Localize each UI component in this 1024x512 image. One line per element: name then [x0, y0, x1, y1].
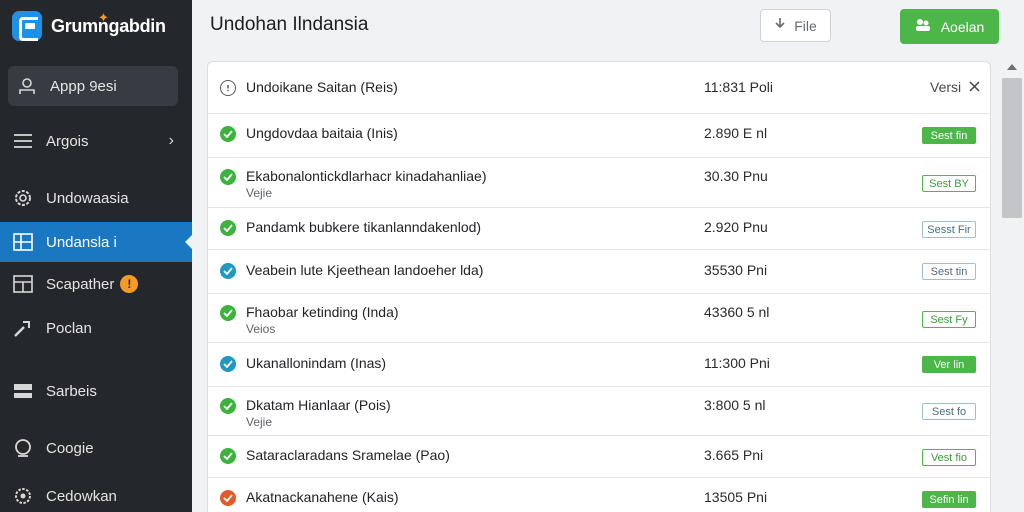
list-item[interactable]: Undoikane Saitan (Reis) 11:831 Poli Vers…: [208, 62, 990, 114]
list-item[interactable]: Ungdovdaa baitaia (Inis) 2.890 E nl Sest…: [208, 114, 990, 158]
layout-icon: [12, 231, 34, 253]
download-icon: [774, 17, 786, 34]
check-icon: [220, 490, 236, 506]
check-icon: [220, 356, 236, 372]
sidebar-item-label: Appp 9esi: [50, 77, 117, 95]
list-item[interactable]: Dkatam Hianlaar (Pois) Vejie 3:800 5 nl …: [208, 387, 990, 436]
item-name: Sataraclaradans Sramelae (Pao): [246, 447, 450, 463]
chevron-right-icon: ›: [168, 132, 174, 149]
item-time: 13505 Pni: [704, 489, 768, 505]
grid-icon: [12, 273, 34, 295]
check-icon: [220, 126, 236, 142]
item-time: 3.665 Pni: [704, 447, 764, 463]
sidebar-item-sarbeis[interactable]: Sarbeis: [0, 371, 192, 411]
sidebar-item-label: Argois: [46, 132, 89, 150]
page-title: Undohan Ilndansia: [210, 14, 369, 35]
sidebar-item-label: Undansla i: [46, 233, 117, 251]
check-icon: [220, 448, 236, 464]
wrench-icon: [12, 317, 34, 339]
sidebar-item-label: Scapather: [46, 275, 115, 293]
app-logo-icon: [12, 11, 42, 41]
alert-badge: !: [120, 275, 139, 293]
gear-icon: [12, 187, 34, 209]
status-badge[interactable]: Ver lin: [922, 356, 976, 373]
item-name: Akatnackanahene (Kais): [246, 489, 399, 505]
list-item[interactable]: Veabein lute Kjeethean landoeher lda) 35…: [208, 250, 990, 294]
sidebar-item-scapather[interactable]: Scapather !: [0, 264, 192, 304]
item-name: Pandamk bubkere tikanlanndakenlod): [246, 219, 482, 235]
sidebar-item-coogie[interactable]: Coogie: [0, 428, 192, 468]
list-item[interactable]: Ekabonalontickdlarhacr kinadahanliae) Ve…: [208, 158, 990, 208]
status-badge[interactable]: Sest fin: [922, 127, 976, 144]
status-badge[interactable]: Vest fio: [922, 449, 976, 466]
status-badge[interactable]: Sest fo: [922, 403, 976, 420]
scroll-up-icon[interactable]: [1007, 64, 1017, 70]
item-name: Fhaobar ketinding (Inda): [246, 304, 399, 320]
sidebar-item-profile[interactable]: Appp 9esi: [8, 66, 178, 106]
vertical-scrollbar[interactable]: [1000, 60, 1024, 512]
item-subtitle: Veios: [246, 322, 276, 336]
primary-action-button[interactable]: Aoelan: [900, 9, 999, 44]
list-item[interactable]: Pandamk bubkere tikanlanndakenlod) 2.920…: [208, 208, 990, 250]
sidebar-item-undansla[interactable]: Undansla i: [0, 222, 193, 262]
file-button-label: File: [794, 17, 817, 34]
spark-icon: ✦: [98, 10, 109, 25]
list-item[interactable]: Ukanallonindam (Inas) 11:300 Pni Ver lin: [208, 343, 990, 387]
primary-button-label: Aoelan: [940, 18, 985, 35]
circle-icon: [12, 437, 34, 459]
brand[interactable]: Grumngabdin ✦: [12, 10, 166, 42]
check-icon: [220, 398, 236, 414]
status-badge[interactable]: Sest tin: [922, 263, 976, 280]
menu-icon: [12, 130, 34, 152]
sidebar-item-argois[interactable]: Argois ›: [0, 121, 192, 161]
check-icon: [220, 169, 236, 185]
sidebar-item-label: Sarbeis: [46, 382, 97, 400]
sidebar-item-label: Undowaasia: [46, 189, 129, 207]
sidebar: Grumngabdin ✦ Appp 9esi Argois › Undowaa…: [0, 0, 193, 512]
item-name: Undoikane Saitan (Reis): [246, 79, 398, 95]
check-icon: [220, 220, 236, 236]
item-time: 30.30 Pnu: [704, 168, 768, 184]
sidebar-item-label: Cedowkan: [46, 487, 117, 505]
item-list: Undoikane Saitan (Reis) 11:831 Poli Vers…: [207, 61, 991, 512]
check-icon: [220, 305, 236, 321]
users-icon: [915, 18, 931, 35]
version-action[interactable]: Versi: [930, 79, 980, 95]
pending-status-icon: [220, 80, 236, 96]
list-item[interactable]: Fhaobar ketinding (Inda) Veios 43360 5 n…: [208, 294, 990, 343]
close-icon[interactable]: [969, 79, 980, 95]
item-time: 11:300 Pni: [704, 355, 770, 371]
cog-icon: [12, 485, 34, 507]
sidebar-item-label: Poclan: [46, 319, 92, 337]
item-name: Dkatam Hianlaar (Pois): [246, 397, 391, 413]
server-icon: [12, 380, 34, 402]
item-time: 43360 5 nl: [704, 304, 770, 320]
status-badge[interactable]: Sesst Fir: [922, 221, 976, 238]
item-name: Ukanallonindam (Inas): [246, 355, 387, 371]
scroll-thumb[interactable]: [1002, 78, 1022, 218]
status-badge[interactable]: Sest BY: [922, 175, 976, 192]
item-subtitle: Vejie: [246, 186, 273, 200]
item-name: Ungdovdaa baitaia (Inis): [246, 125, 398, 141]
sidebar-item-poclan[interactable]: Poclan: [0, 308, 192, 348]
item-time: 3:800 5 nl: [704, 397, 766, 413]
item-time: 2.920 Pnu: [704, 219, 768, 235]
item-name: Ekabonalontickdlarhacr kinadahanliae): [246, 168, 487, 184]
item-name: Veabein lute Kjeethean landoeher lda): [246, 262, 484, 278]
sidebar-item-undowaasia[interactable]: Undowaasia: [0, 178, 192, 218]
status-badge[interactable]: Sefin lin: [922, 491, 976, 508]
item-subtitle: Vejie: [246, 415, 273, 429]
status-badge[interactable]: Sest Fy: [922, 311, 976, 328]
file-button[interactable]: File: [760, 9, 831, 42]
check-icon: [220, 263, 236, 279]
list-item[interactable]: Sataraclaradans Sramelae (Pao) 3.665 Pni…: [208, 436, 990, 478]
sidebar-item-cedowkan[interactable]: Cedowkan: [0, 476, 192, 512]
item-time: 2.890 E nl: [704, 125, 768, 141]
list-item[interactable]: Akatnackanahene (Kais) 13505 Pni Sefin l…: [208, 478, 990, 512]
item-time: 35530 Pni: [704, 262, 768, 278]
sidebar-item-label: Coogie: [46, 439, 94, 457]
item-time: 11:831 Poli: [704, 79, 774, 95]
user-icon: [16, 75, 38, 97]
action-label: Versi: [930, 79, 962, 95]
